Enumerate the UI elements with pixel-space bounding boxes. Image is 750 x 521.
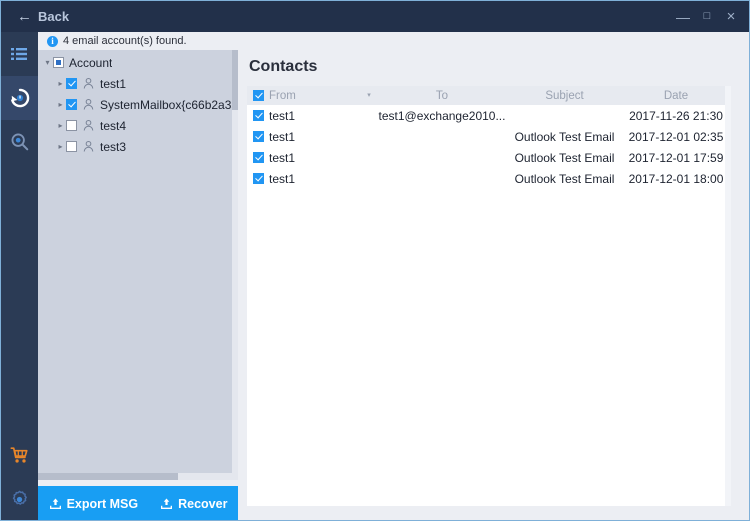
column-header-from[interactable]: From (269, 90, 361, 102)
sidebar-item-recovery[interactable] (1, 76, 38, 120)
chevron-right-icon[interactable]: ▸ (55, 122, 66, 130)
user-icon (82, 77, 95, 90)
tree-item-checkbox[interactable] (66, 120, 77, 131)
chevron-right-icon[interactable]: ▸ (55, 80, 66, 88)
row-checkbox[interactable] (253, 173, 264, 184)
info-bar: i 4 email account(s) found. (38, 32, 749, 50)
table-row[interactable]: test1 Outlook Test Email 2017-12-01 17:5… (247, 147, 725, 168)
select-all-checkbox[interactable] (253, 90, 264, 101)
recover-button[interactable]: Recover (149, 486, 238, 521)
sidebar-item-cart[interactable] (1, 433, 38, 477)
export-msg-label: Export MSG (67, 497, 139, 511)
column-header-subject[interactable]: Subject (507, 90, 622, 102)
tree-item-checkbox[interactable] (66, 78, 77, 89)
table-row[interactable]: test1 test1@exchange2010... 2017-11-26 2… (247, 105, 725, 126)
account-tree: ▾ Account ▸ test1 ▸ SystemMailbox{c66b2a… (38, 50, 238, 157)
window-controls: — □ × (671, 1, 743, 32)
tree-horizontal-scrollbar-thumb[interactable] (38, 473, 178, 480)
info-circle-icon: i (47, 36, 58, 47)
tree-row[interactable]: ▸ SystemMailbox{c66b2a35-c794 (38, 94, 238, 115)
arrow-left-icon: ← (17, 9, 32, 24)
minimize-button[interactable]: — (671, 1, 695, 32)
table-row[interactable]: test1 Outlook Test Email 2017-12-01 18:0… (247, 168, 725, 189)
email-table: From ▾ To Subject Date test1 test1@excha… (247, 86, 725, 506)
sidebar-rail (1, 32, 38, 521)
list-icon (11, 47, 28, 61)
page-title: Contacts (249, 58, 317, 76)
close-button[interactable]: × (719, 1, 743, 32)
table-vertical-scrollbar[interactable] (725, 86, 731, 506)
tree-item-checkbox[interactable] (66, 99, 77, 110)
sidebar-bottom-group (1, 433, 38, 521)
table-header-row: From ▾ To Subject Date (247, 86, 725, 105)
recover-label: Recover (178, 497, 227, 511)
chevron-right-icon[interactable]: ▸ (55, 101, 66, 109)
back-button-label: Back (38, 9, 69, 24)
tree-row[interactable]: ▸ test3 (38, 136, 238, 157)
application-window: ← Back — □ × (0, 0, 750, 521)
cell-date: 2017-12-01 18:00 (622, 172, 725, 186)
column-header-to[interactable]: To (377, 90, 507, 102)
user-icon (82, 140, 95, 153)
cell-from: test1 (269, 151, 361, 165)
gear-icon (10, 490, 29, 509)
tree-row[interactable]: ▸ test4 (38, 115, 238, 136)
cell-to: test1@exchange2010... (377, 109, 507, 123)
tree-root-label: Account (69, 56, 112, 70)
chevron-right-icon[interactable]: ▸ (55, 143, 66, 151)
cell-date: 2017-12-01 02:35 (622, 130, 725, 144)
sidebar-item-search[interactable] (1, 120, 38, 164)
cell-date: 2017-12-01 17:59 (622, 151, 725, 165)
tree-horizontal-scrollbar[interactable] (38, 473, 238, 480)
info-bar-text: 4 email account(s) found. (63, 35, 187, 47)
tree-row-root[interactable]: ▾ Account (38, 52, 238, 73)
table-row[interactable]: test1 Outlook Test Email 2017-12-01 02:3… (247, 126, 725, 147)
user-icon (82, 98, 95, 111)
cell-subject: Outlook Test Email (507, 130, 622, 144)
cell-from: test1 (269, 172, 361, 186)
cell-date: 2017-11-26 21:30 (622, 109, 725, 123)
user-icon (82, 119, 95, 132)
tree-root-checkbox[interactable] (53, 57, 64, 68)
content-panel: Contacts From ▾ To Subject Date test1 te… (238, 50, 749, 521)
cell-subject: Outlook Test Email (507, 172, 622, 186)
sidebar-item-list[interactable] (1, 32, 38, 76)
upload-icon (49, 497, 62, 510)
tree-item-label: SystemMailbox{c66b2a35-c794 (100, 98, 238, 112)
cell-subject: Outlook Test Email (507, 151, 622, 165)
tree-item-label: test3 (100, 140, 126, 154)
shopping-cart-icon (10, 446, 29, 465)
column-header-date[interactable]: Date (622, 90, 725, 102)
export-msg-button[interactable]: Export MSG (38, 486, 150, 521)
title-bar: ← Back — □ × (1, 1, 749, 32)
row-checkbox[interactable] (253, 110, 264, 121)
action-bar: Export MSG Recover (38, 486, 238, 521)
content-bottom-spacer (238, 506, 749, 521)
maximize-button[interactable]: □ (695, 1, 719, 32)
back-button[interactable]: ← Back (1, 1, 83, 32)
sort-chevron-down-icon[interactable]: ▾ (361, 92, 377, 99)
history-restore-icon (9, 87, 31, 109)
cell-from: test1 (269, 130, 361, 144)
upload-icon (160, 497, 173, 510)
cell-from: test1 (269, 109, 361, 123)
sidebar-item-settings[interactable] (1, 477, 38, 521)
tree-item-checkbox[interactable] (66, 141, 77, 152)
row-checkbox[interactable] (253, 131, 264, 142)
tree-item-label: test4 (100, 119, 126, 133)
account-tree-panel[interactable]: ▾ Account ▸ test1 ▸ SystemMailbox{c66b2a… (38, 50, 238, 473)
tree-item-label: test1 (100, 77, 126, 91)
row-checkbox[interactable] (253, 152, 264, 163)
search-icon (10, 132, 30, 152)
chevron-down-icon[interactable]: ▾ (42, 59, 53, 67)
tree-row[interactable]: ▸ test1 (38, 73, 238, 94)
